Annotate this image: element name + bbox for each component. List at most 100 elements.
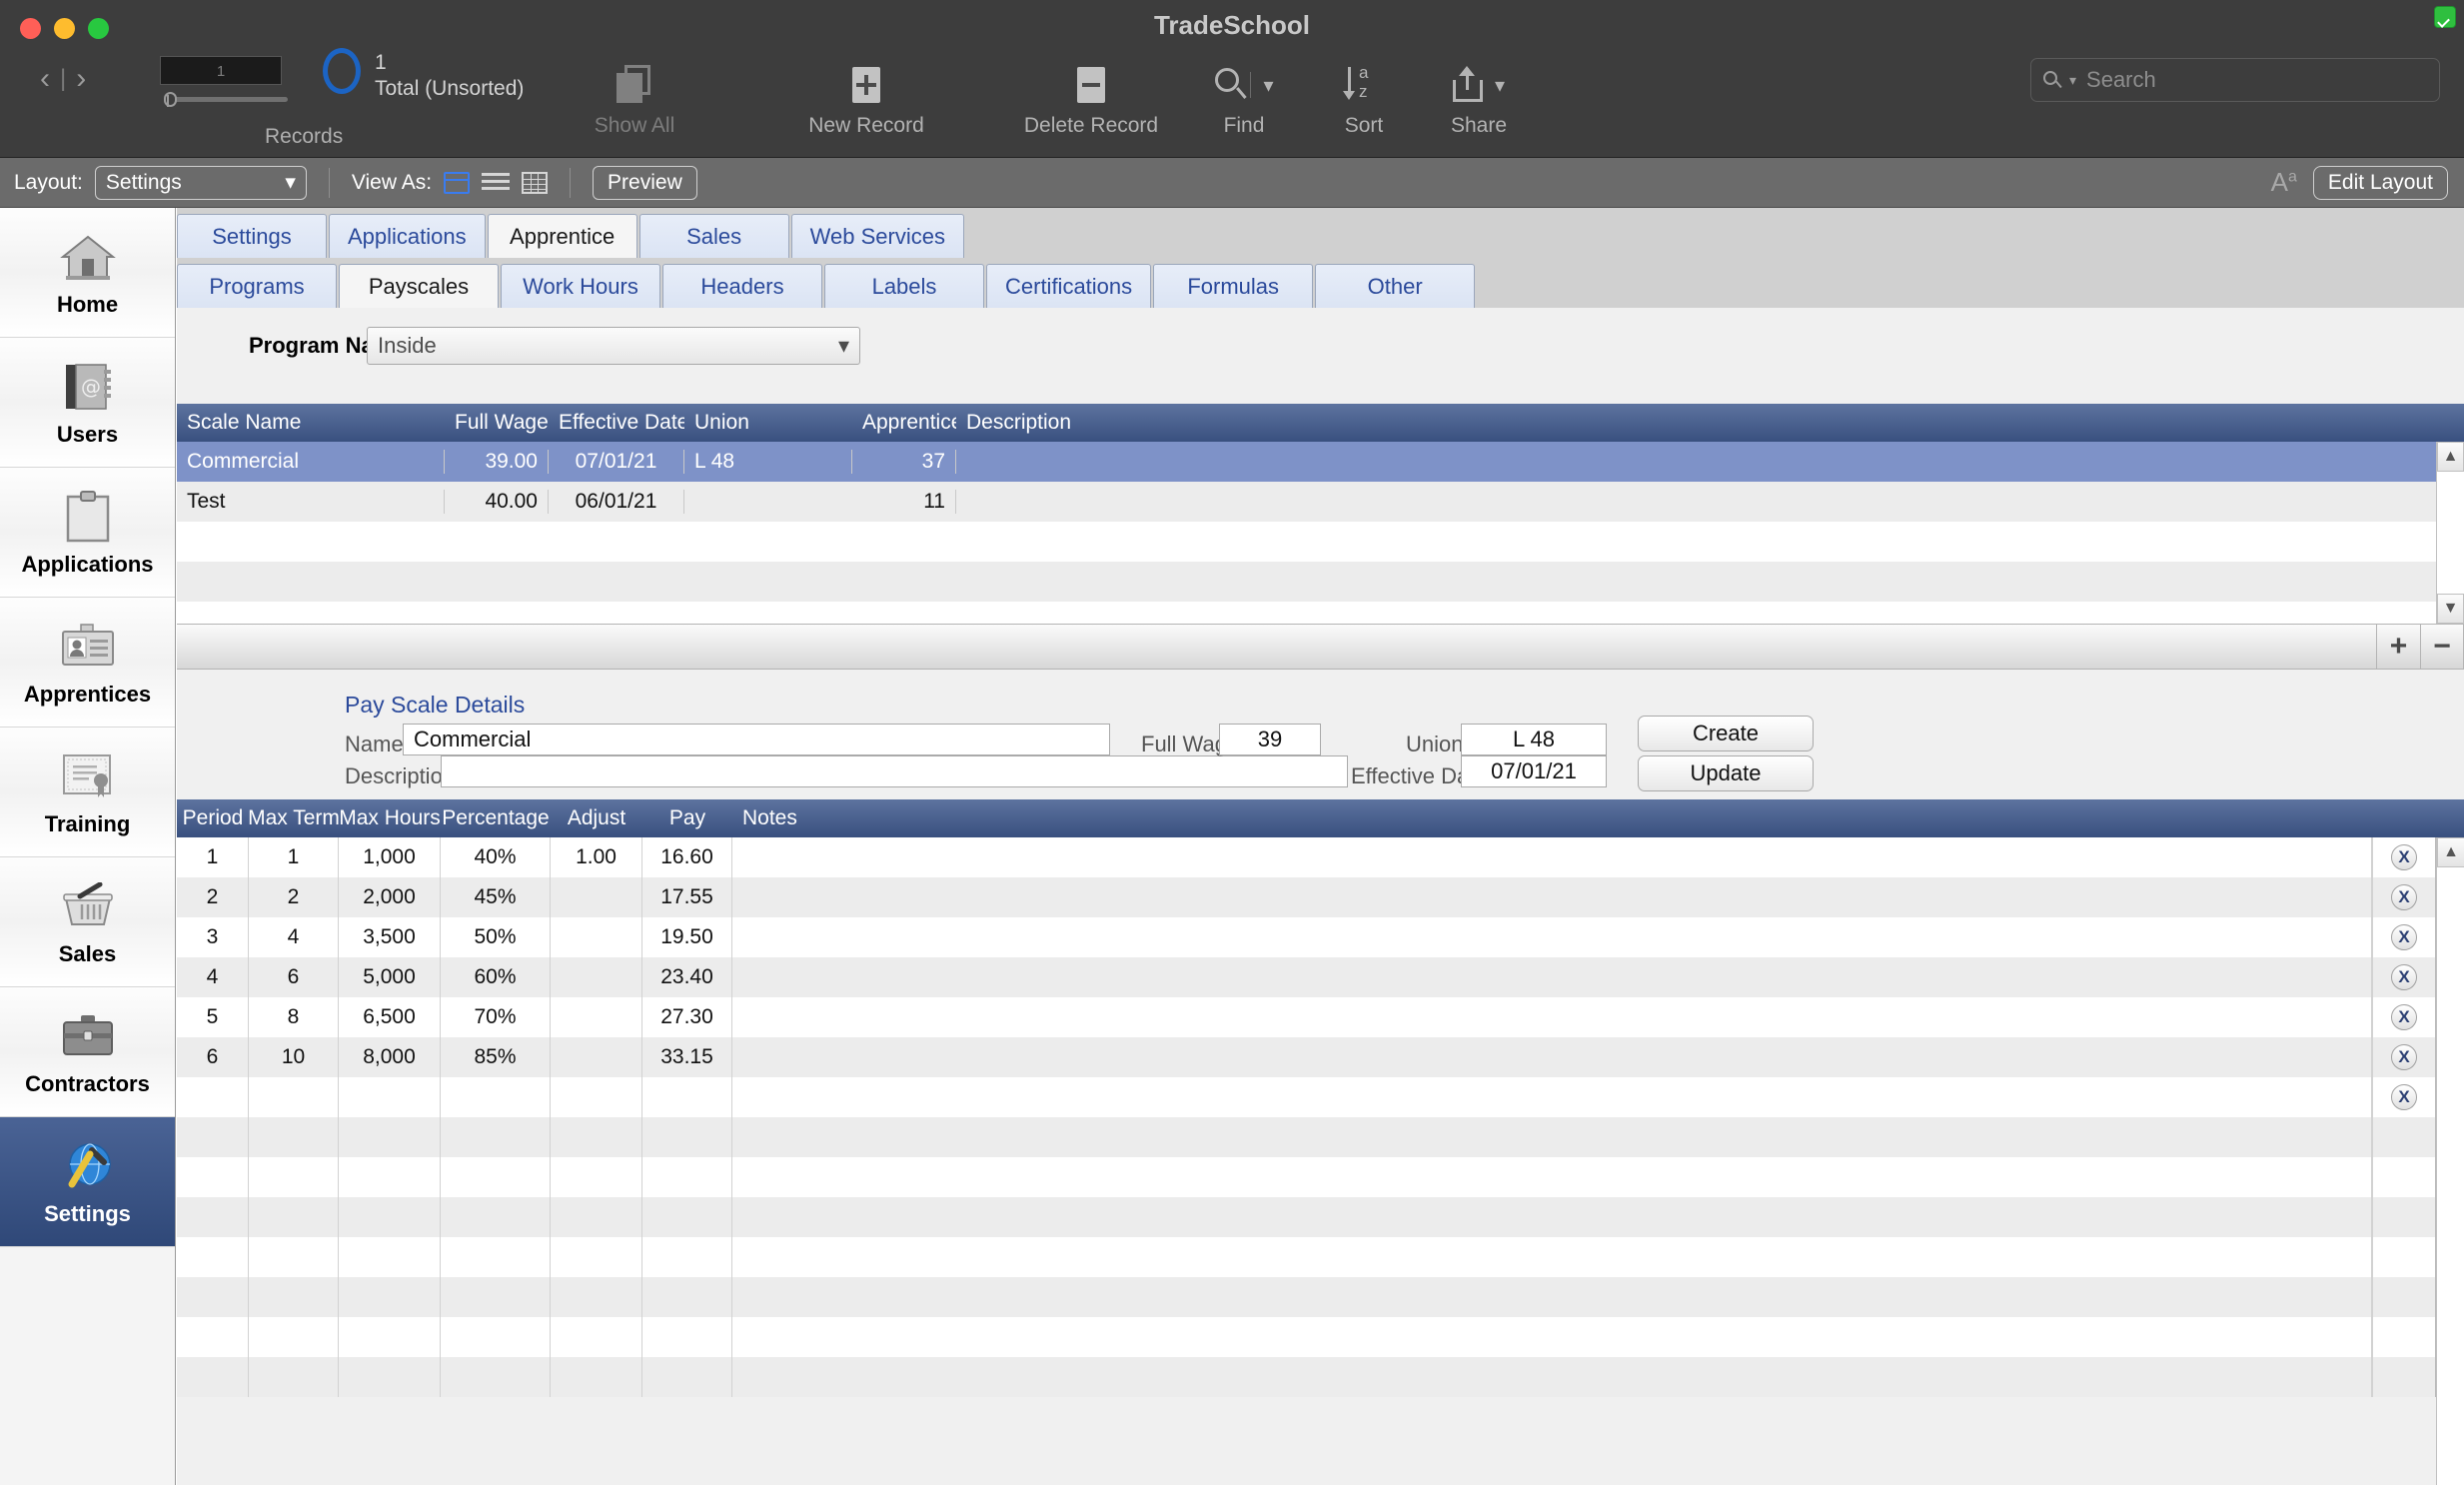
table-row[interactable]: 5 8 6,500 70% 27.30 X (177, 997, 2464, 1037)
table-row[interactable]: X (177, 1077, 2464, 1117)
chevron-up-icon[interactable]: ▲ (2437, 837, 2464, 867)
cell-empty (177, 1357, 249, 1397)
close-icon[interactable]: X (2391, 1084, 2417, 1110)
list-view-icon[interactable] (482, 172, 511, 194)
table-row[interactable]: 1 1 1,000 40% 1.00 16.60 X (177, 837, 2464, 877)
tab-other[interactable]: Other (1315, 264, 1476, 308)
table-row[interactable]: 6 10 8,000 85% 33.15 X (177, 1037, 2464, 1077)
tab-programs[interactable]: Programs (177, 264, 337, 308)
tab-payscales[interactable]: Payscales (339, 264, 499, 308)
form-view-icon[interactable] (444, 171, 471, 194)
table-row[interactable] (177, 1317, 2464, 1357)
create-button[interactable]: Create (1638, 716, 1814, 751)
add-payscale-button[interactable]: + (2376, 625, 2420, 669)
share-button[interactable]: ▾ Share (1389, 62, 1569, 138)
column-header-effective-date[interactable]: Effective Date (549, 411, 684, 435)
table-row[interactable] (177, 1197, 2464, 1237)
column-header-union[interactable]: Union (684, 411, 852, 435)
tab-formulas[interactable]: Formulas (1153, 264, 1314, 308)
tab-sales[interactable]: Sales (638, 214, 789, 258)
cell-max-term: 8 (249, 997, 339, 1037)
preview-button[interactable]: Preview (593, 165, 697, 200)
description-field[interactable] (441, 755, 1348, 787)
effective-date-field[interactable]: 07/01/21 (1461, 755, 1607, 787)
sidebar-item-training[interactable]: Training (0, 728, 175, 857)
table-row[interactable]: Commercial 39.00 07/01/21 L 48 37 (177, 442, 2464, 482)
remove-payscale-button[interactable]: − (2420, 625, 2464, 669)
new-record-button[interactable]: New Record (776, 62, 956, 138)
close-icon[interactable]: X (2391, 924, 2417, 950)
tab-headers[interactable]: Headers (662, 264, 822, 308)
chevron-down-icon[interactable]: ▾ (1263, 73, 1273, 98)
tab-labels[interactable]: Labels (824, 264, 984, 308)
column-header-period[interactable]: Period (177, 799, 249, 837)
sidebar-item-label: Home (56, 291, 119, 317)
table-row[interactable] (177, 1117, 2464, 1157)
tab-applications[interactable]: Applications (329, 214, 486, 258)
tab-web-services[interactable]: Web Services (790, 214, 964, 258)
table-row[interactable] (177, 522, 2464, 562)
tab-apprentice[interactable]: Apprentice (487, 214, 637, 258)
full-wage-field[interactable]: 39 (1219, 724, 1321, 755)
table-row[interactable] (177, 1277, 2464, 1317)
cell-max-term: 1 (249, 837, 339, 877)
sidebar-item-users[interactable]: @ Users (0, 338, 175, 468)
cell-max-hours: 1,000 (339, 837, 441, 877)
column-header-adjust[interactable]: Adjust (551, 799, 642, 837)
previous-record-icon[interactable]: ‹ (40, 62, 56, 96)
tab-settings[interactable]: Settings (177, 214, 327, 258)
table-row[interactable]: 2 2 2,000 45% 17.55 X (177, 877, 2464, 917)
chevron-down-icon[interactable]: ▾ (1495, 73, 1505, 98)
column-header-apprentices[interactable]: Apprentices (852, 411, 956, 435)
column-header-description[interactable]: Description (956, 411, 2464, 435)
record-slider[interactable] (160, 92, 288, 107)
table-row[interactable]: 4 6 5,000 60% 23.40 X (177, 957, 2464, 997)
table-row[interactable] (177, 562, 2464, 602)
sidebar-item-settings[interactable]: Settings (0, 1117, 175, 1247)
payscale-table-scrollbar[interactable]: ▲ ▼ (2436, 442, 2464, 624)
tab-work-hours[interactable]: Work Hours (501, 264, 660, 308)
cell-notes (732, 957, 2372, 997)
chevron-down-icon[interactable]: ▼ (2437, 594, 2464, 624)
table-row[interactable] (177, 1237, 2464, 1277)
search-input[interactable]: ▾ Search (2030, 58, 2440, 102)
table-row[interactable]: 3 4 3,500 50% 19.50 X (177, 917, 2464, 957)
name-field[interactable]: Commercial (403, 724, 1110, 755)
period-table-scrollbar[interactable]: ▲ (2436, 837, 2464, 1485)
close-icon[interactable]: X (2391, 964, 2417, 990)
program-name-select[interactable]: Inside ▾ (367, 327, 860, 365)
layout-select[interactable]: Settings ▾ (94, 165, 307, 200)
show-all-button[interactable]: Show All (545, 62, 724, 138)
close-icon[interactable]: X (2391, 884, 2417, 910)
next-record-icon[interactable]: › (76, 62, 92, 96)
record-slider-knob[interactable] (164, 92, 177, 107)
chevron-down-icon[interactable]: ▾ (2069, 72, 2076, 89)
table-view-icon[interactable] (522, 171, 549, 194)
union-field[interactable]: L 48 (1461, 724, 1607, 755)
column-header-max-term[interactable]: Max Term (249, 799, 339, 837)
text-size-icon[interactable]: Aa (2271, 167, 2297, 198)
tab-certifications[interactable]: Certifications (986, 264, 1152, 308)
column-header-percentage[interactable]: Percentage (441, 799, 551, 837)
column-header-pay[interactable]: Pay (642, 799, 732, 837)
sidebar-item-applications[interactable]: Applications (0, 468, 175, 598)
table-row[interactable] (177, 1357, 2464, 1397)
sidebar-item-sales[interactable]: Sales (0, 857, 175, 987)
record-navigation[interactable]: ‹ | › (40, 62, 92, 96)
column-header-notes[interactable]: Notes (732, 799, 2372, 837)
close-icon[interactable]: X (2391, 1044, 2417, 1070)
sidebar-item-home[interactable]: Home (0, 208, 175, 338)
chevron-up-icon[interactable]: ▲ (2437, 442, 2464, 472)
table-row[interactable]: Test 40.00 06/01/21 11 (177, 482, 2464, 522)
sidebar-item-contractors[interactable]: Contractors (0, 987, 175, 1117)
close-icon[interactable]: X (2391, 1004, 2417, 1030)
sidebar-item-apprentices[interactable]: Apprentices (0, 598, 175, 728)
update-button[interactable]: Update (1638, 755, 1814, 791)
close-icon[interactable]: X (2391, 844, 2417, 870)
column-header-max-hours[interactable]: Max Hours (339, 799, 441, 837)
edit-layout-button[interactable]: Edit Layout (2312, 165, 2448, 200)
table-row[interactable] (177, 1157, 2464, 1197)
column-header-full-wage[interactable]: Full Wage (445, 411, 549, 435)
column-header-scale-name[interactable]: Scale Name (177, 411, 445, 435)
current-record-field[interactable]: 1 (160, 56, 282, 85)
